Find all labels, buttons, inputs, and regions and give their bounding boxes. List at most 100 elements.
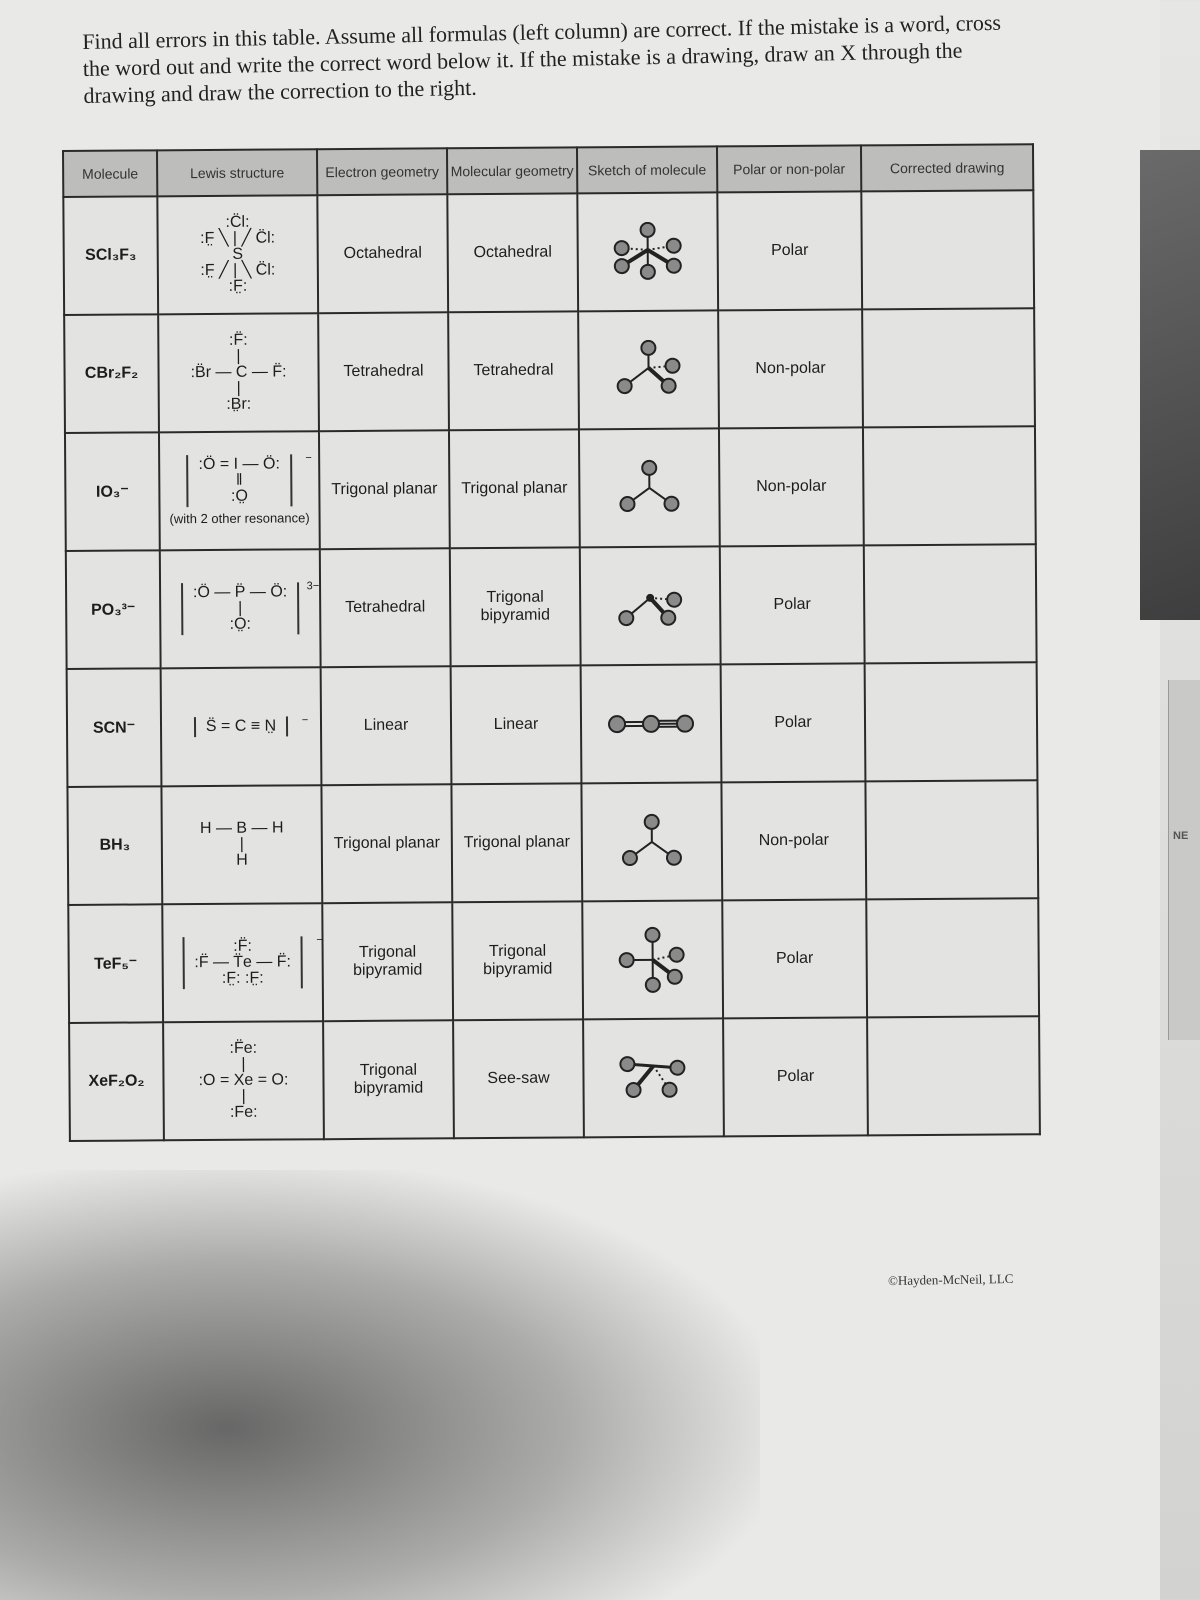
lewis-structure: :C̈l::F̤ ╲ | ╱ C̈l: S:F̤ ╱ | ╲ C̈l::F̤: <box>157 195 319 315</box>
electron-geometry: Trigonal bipyramid <box>322 902 454 1022</box>
sketch-cell <box>578 310 719 430</box>
molecular-geometry: See-saw <box>453 1019 584 1139</box>
sketch-cell <box>579 546 721 666</box>
sketch-cell <box>580 664 722 784</box>
adjacent-page-photo <box>1140 150 1200 620</box>
lewis-structure: :F̈: |:B̈r — C — F̈: |:B̤r: <box>158 313 319 433</box>
lewis-line: | <box>239 835 244 853</box>
sketch-cell <box>578 428 720 548</box>
header-molecule: Molecule <box>63 150 158 197</box>
table-row: PO₃³⁻ :Ö — P̈ — Ö: |:O̤: 3− Tetrahedral Tr… <box>65 544 1037 669</box>
lewis-line: S <box>232 245 244 263</box>
header-row: Molecule Lewis structure Electron geomet… <box>63 144 1034 197</box>
polarity: Non-polar <box>721 781 867 901</box>
lewis-line: :F̤: <box>228 277 248 295</box>
lewis-line: :F̤ ╲ | ╱ C̈l: <box>200 229 276 248</box>
trigonal-planar-sketch-icon <box>580 457 718 518</box>
ion-charge: 3− <box>306 580 320 593</box>
linear-sketch-icon <box>582 708 720 739</box>
lewis-line: H <box>236 851 248 869</box>
trigonal-planar-sketch-icon <box>583 811 721 872</box>
corrected-drawing-cell[interactable] <box>863 544 1037 664</box>
table-row: SCN⁻ S̈ = C ≡ N̤ − Linear Linear Polar <box>66 662 1038 787</box>
table-row: BH₃ H — B — H | H Trigonal planar Trigonal… <box>67 780 1039 905</box>
lewis-line: :F̤ ╱ | ╲ C̈l: <box>200 261 276 280</box>
molecule-formula: BH₃ <box>67 786 163 905</box>
lewis-line: :Fe: <box>229 1103 258 1121</box>
lewis-structure: S̈ = C ≡ N̤ − <box>160 667 322 787</box>
header-sketch: Sketch of molecule <box>576 146 718 194</box>
corrected-drawing-cell[interactable] <box>866 898 1040 1018</box>
lewis-line: :Ö = I — Ö: <box>198 455 280 474</box>
molecule-formula: XeF₂O₂ <box>69 1022 164 1141</box>
lewis-line: :O = Xe = O: <box>198 1071 289 1090</box>
polarity: Polar <box>719 545 865 665</box>
lewis-line: ‖ <box>235 471 243 489</box>
header-corrected: Corrected drawing <box>860 144 1034 192</box>
resonance-note: (with 2 other resonance) <box>169 510 310 527</box>
sketch-cell <box>582 900 724 1020</box>
lewis-line: :O̤ <box>230 487 248 505</box>
electron-geometry: Tetrahedral <box>318 312 449 432</box>
lewis-bracket: S̈ = C ≡ N̤ − <box>193 714 308 738</box>
corrected-drawing-cell[interactable] <box>864 662 1038 782</box>
molecule-formula: SCl₃F₃ <box>63 196 159 315</box>
table-row: IO₃⁻ :Ö = I — Ö: ‖:O̤ − (with 2 other reson… <box>64 426 1036 551</box>
molecule-formula: IO₃⁻ <box>64 432 160 551</box>
table-row: XeF₂O₂ :F̈e: |:O = Xe = O: |:Fe: Trigonal … <box>69 1016 1040 1141</box>
header-polarity: Polar or non-polar <box>716 145 862 193</box>
lewis-structure: :Ö = I — Ö: ‖:O̤ − (with 2 other resonance) <box>158 431 320 551</box>
lewis-structure: :F̈::F̈ — T̈e — F̈::F̤: :F̤: − <box>162 903 324 1023</box>
polarity: Polar <box>723 1017 868 1137</box>
ion-charge: − <box>305 452 312 465</box>
lewis-structure: :Ö — P̈ — Ö: |:O̤: 3− <box>159 549 321 669</box>
tetrahedral-sketch-icon <box>579 339 717 400</box>
lewis-line: :B̤r: <box>226 395 252 413</box>
polarity: Polar <box>717 191 863 311</box>
adjacent-page-fragment: NE <box>1168 680 1200 1040</box>
lewis-line: | <box>241 1087 246 1105</box>
electron-geometry: Trigonal planar <box>321 784 453 904</box>
lewis-bracket: :Ö — P̈ — Ö: |:O̤: 3− <box>180 580 319 636</box>
lewis-line: | <box>236 379 241 397</box>
lewis-line: | <box>236 347 241 365</box>
molecular-geometry: Linear <box>450 665 582 785</box>
trigonal-bipyramid-sketch-icon <box>583 924 721 995</box>
molecular-geometry: Tetrahedral <box>448 311 579 431</box>
molecular-geometry: Trigonal planar <box>451 783 583 903</box>
lewis-line: | <box>241 1055 246 1073</box>
table-row: TeF₅⁻ :F̈::F̈ — T̈e — F̈::F̤: :F̤: − Trig… <box>68 898 1040 1023</box>
table-row: CBr₂F₂ :F̈: |:B̈r — C — F̈: |:B̤r: Tetrahe… <box>64 308 1035 433</box>
polarity: Non-polar <box>718 427 864 547</box>
electron-geometry: Tetrahedral <box>319 548 451 668</box>
sketch-cell <box>583 1018 724 1138</box>
lewis-line: S̈ = C ≡ N̤ <box>205 717 277 736</box>
lewis-line: :F̈e: <box>229 1039 258 1057</box>
polarity: Polar <box>722 899 868 1019</box>
fragment-text: NE <box>1173 830 1189 842</box>
polarity: Non-polar <box>718 309 863 429</box>
corrected-drawing-cell[interactable] <box>865 780 1039 900</box>
sketch-cell <box>581 782 723 902</box>
lewis-line: :F̈: <box>228 331 248 349</box>
corrected-drawing-cell[interactable] <box>867 1016 1040 1136</box>
lewis-line: :O̤: <box>229 615 252 633</box>
molecular-geometry: Trigonal bipyramid <box>452 901 584 1021</box>
sketch-cell <box>577 192 719 312</box>
lewis-structure: :F̈e: |:O = Xe = O: |:Fe: <box>163 1021 324 1141</box>
header-lewis: Lewis structure <box>157 149 318 197</box>
electron-geometry: Linear <box>320 666 452 786</box>
lewis-bracket: :Ö = I — Ö: ‖:O̤ − <box>186 452 312 508</box>
molecule-formula: TeF₅⁻ <box>68 904 164 1023</box>
corrected-drawing-cell[interactable] <box>861 190 1035 310</box>
octahedral-sketch-icon <box>579 221 717 282</box>
lewis-line: :F̈ — T̈e — F̈: <box>194 953 292 972</box>
molecule-table: Molecule Lewis structure Electron geomet… <box>62 143 1041 1142</box>
corrected-drawing-cell[interactable] <box>862 426 1036 546</box>
molecular-geometry: Trigonal bipyramid <box>449 547 581 667</box>
lewis-line: | <box>238 599 243 617</box>
corrected-drawing-cell[interactable] <box>862 308 1035 428</box>
header-electron-geometry: Electron geometry <box>317 148 448 196</box>
ion-charge: − <box>316 934 323 947</box>
header-molecular-geometry: Molecular geometry <box>446 147 578 195</box>
